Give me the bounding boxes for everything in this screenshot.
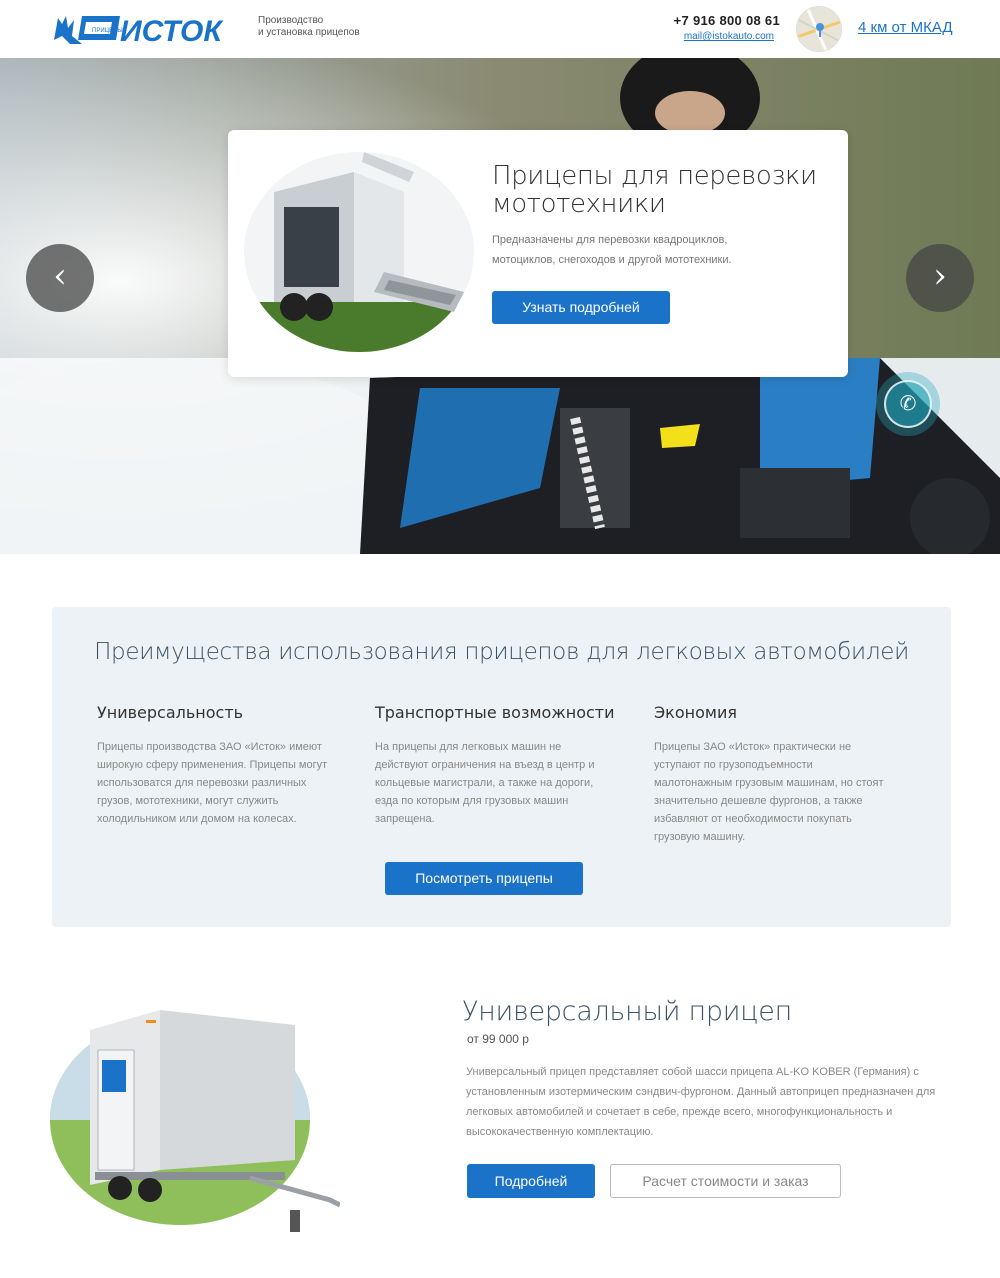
logo-sub: ПРИЦЕПЫ [92,28,123,34]
product-price: от 99 000 р [467,1032,529,1046]
slide-title: Прицепы для перевозки мототехники [492,161,817,219]
chevron-right-icon: › [933,256,947,296]
advantages-section: Преимущества использования прицепов для … [52,607,951,927]
company-logo[interactable]: ПРИЦЕПЫ ИСТОК [52,10,242,50]
email-link[interactable]: mail@istokauto.com [660,31,774,42]
slider-next-button[interactable]: › [906,244,974,312]
advantage-item: Транспортные возможности На прицепы для … [375,703,615,828]
chevron-left-icon: ‹ [53,256,67,296]
details-button[interactable]: Подробней [467,1164,595,1198]
map-thumbnail[interactable] [796,6,842,52]
location-link[interactable]: 4 км от МКАД [858,19,953,36]
logo-text: ИСТОК [120,15,224,48]
moto-trailer-image [244,152,474,352]
advantage-text: На прицепы для легковых машин не действу… [375,741,595,825]
advantage-item: Универсальность Прицепы производства ЗАО… [97,703,337,828]
tagline-line-1: Производство [258,15,324,26]
universal-trailer-image [50,1010,340,1232]
advantage-text: Прицепы производства ЗАО «Исток» имеют ш… [97,741,328,825]
learn-more-button[interactable]: Узнать подробней [492,291,670,324]
hero-slider: ‹ › Прицепы для перевозки мототехники Пр… [0,58,1000,554]
order-calc-button[interactable]: Расчет стоимости и заказ [610,1164,841,1198]
callback-widget[interactable]: ✆ [876,372,940,436]
phone-number[interactable]: +7 916 800 08 61 [660,13,780,28]
slider-prev-button[interactable]: ‹ [26,244,94,312]
product-title: Универсальный прицеп [462,996,792,1027]
advantage-heading: Универсальность [97,703,244,722]
advantage-heading: Экономия [654,703,737,722]
slide-description: Предназначены для перевозки квадроциклов… [492,234,732,266]
phone-call-icon: ✆ [884,380,932,428]
advantage-text: Прицепы ЗАО «Исток» практически не уступ… [654,741,884,843]
tagline-line-2: и установка прицепов [258,27,360,38]
advantage-heading: Транспортные возможности [375,703,615,722]
advantages-title: Преимущества использования прицепов для … [94,639,909,665]
product-description: Универсальный прицеп представляет собой … [466,1066,936,1138]
site-header: ПРИЦЕПЫ ИСТОК Производство и установка п… [0,0,1000,58]
slide-card: Прицепы для перевозки мототехники Предна… [228,130,848,377]
company-tagline: Производство и установка прицепов [258,15,388,39]
advantage-item: Экономия Прицепы ЗАО «Исток» практически… [654,703,894,846]
view-trailers-button[interactable]: Посмотреть прицепы [385,862,583,895]
